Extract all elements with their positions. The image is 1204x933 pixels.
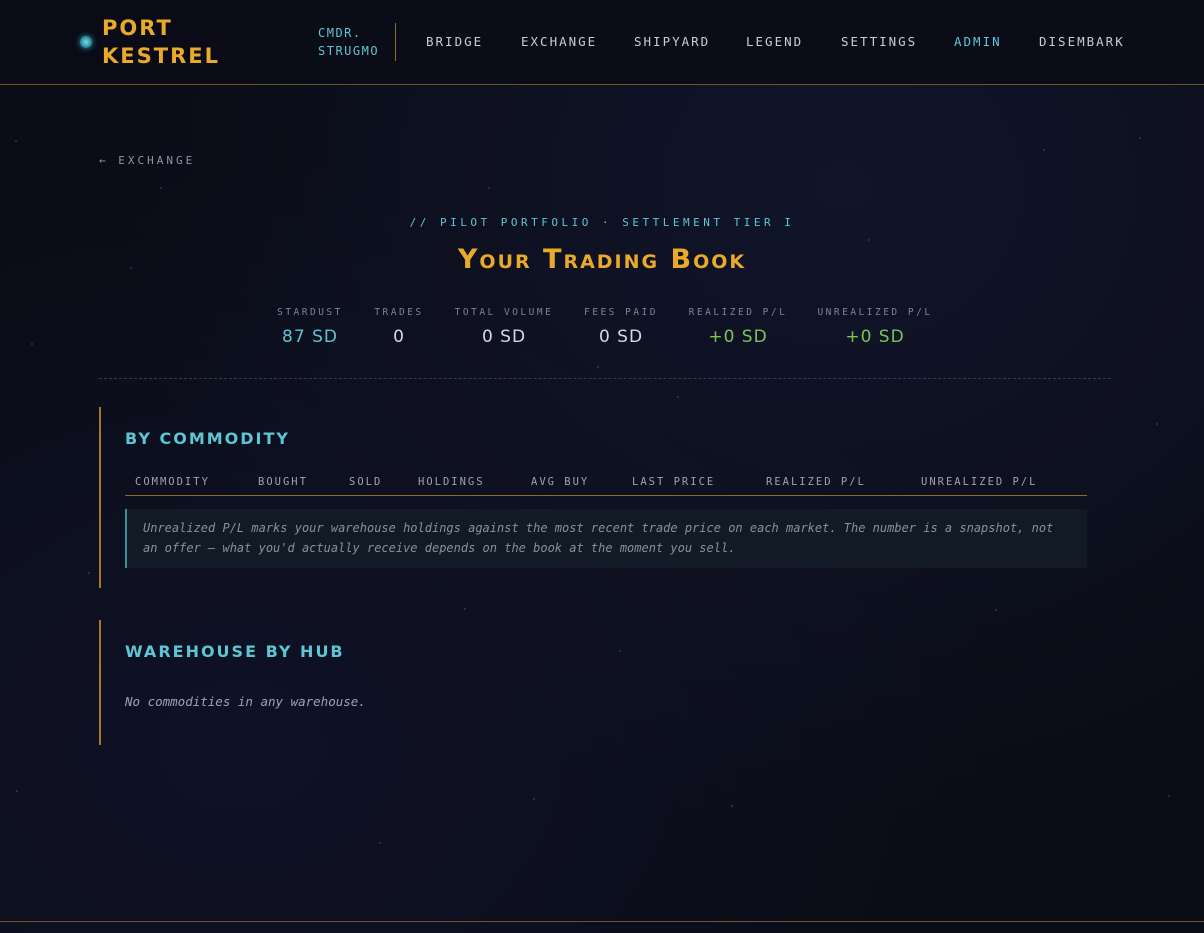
stat-fees-paid: FEES PAID 0 SD — [584, 307, 658, 347]
commander-name: CMDR. STRUGMO — [318, 24, 379, 60]
stat-value: 0 — [393, 327, 405, 347]
stat-unrealized-pl: UNREALIZED P/L +0 SD — [817, 307, 932, 347]
page-title: Your Trading Book — [457, 244, 747, 275]
warehouse-heading: Warehouse by Hub — [125, 642, 345, 661]
header-divider — [395, 23, 396, 61]
top-nav-bar: PORT KESTREL CMDR. STRUGMO BRIDGE EXCHAN… — [0, 0, 1204, 85]
stat-value: +0 SD — [708, 327, 768, 347]
stat-stardust: STARDUST 87 SD — [277, 307, 343, 347]
stat-value: 87 SD — [282, 327, 338, 347]
stat-label: REALIZED P/L — [688, 307, 788, 318]
column-header[interactable]: AVG BUY — [531, 476, 589, 488]
column-header[interactable]: REALIZED P/L — [766, 476, 866, 488]
column-header[interactable]: COMMODITY — [135, 476, 210, 488]
section-divider — [99, 378, 1111, 379]
stat-trades: TRADES 0 — [374, 307, 423, 347]
page-kicker: // PILOT PORTFOLIO · SETTLEMENT TIER I — [409, 216, 795, 229]
column-header[interactable]: SOLD — [349, 476, 382, 488]
stat-value: 0 SD — [598, 327, 644, 347]
nav-legend[interactable]: LEGEND — [746, 34, 803, 49]
portfolio-stats: STARDUST 87 SD TRADES 0 TOTAL VOLUME 0 S… — [0, 307, 1204, 351]
by-commodity-heading: By Commodity — [125, 429, 290, 448]
commodity-table-header: COMMODITY BOUGHT SOLD HOLDINGS AVG BUY L… — [125, 473, 1087, 496]
back-to-exchange-link[interactable]: ← EXCHANGE — [99, 154, 195, 167]
nav-exchange[interactable]: EXCHANGE — [521, 34, 597, 49]
nav-bridge[interactable]: BRIDGE — [426, 34, 483, 49]
nav-admin[interactable]: ADMIN — [954, 34, 1002, 49]
nav-disembark[interactable]: DISEMBARK — [1039, 34, 1125, 49]
column-header[interactable]: HOLDINGS — [418, 476, 485, 488]
nav-shipyard[interactable]: SHIPYARD — [634, 34, 710, 49]
column-header[interactable]: BOUGHT — [258, 476, 308, 488]
planet-icon — [80, 36, 92, 48]
by-commodity-panel: By Commodity COMMODITY BOUGHT SOLD HOLDI… — [99, 407, 1091, 588]
stat-value: +0 SD — [845, 327, 905, 347]
stat-label: FEES PAID — [584, 307, 658, 318]
stat-value: 0 SD — [481, 327, 527, 347]
brand-name-line1: PORT — [102, 16, 173, 40]
column-header[interactable]: UNREALIZED P/L — [921, 476, 1038, 488]
stat-label: STARDUST — [277, 307, 343, 318]
brand-name-line2: KESTREL — [102, 44, 220, 68]
column-header[interactable]: LAST PRICE — [632, 476, 715, 488]
warehouse-panel: Warehouse by Hub No commodities in any w… — [99, 620, 1091, 745]
stat-realized-pl: REALIZED P/L +0 SD — [689, 307, 788, 347]
stat-label: TRADES — [374, 307, 424, 318]
brand-name: PORT KESTREL — [102, 14, 220, 70]
stat-label: TOTAL VOLUME — [454, 307, 554, 318]
stat-total-volume: TOTAL VOLUME 0 SD — [455, 307, 554, 347]
stat-label: UNREALIZED P/L — [817, 307, 933, 318]
unrealized-pl-note: Unrealized P/L marks your warehouse hold… — [125, 509, 1087, 568]
footer-divider — [0, 921, 1204, 922]
commander-rank: CMDR. — [318, 26, 362, 40]
brand-logo[interactable]: PORT KESTREL — [80, 14, 220, 70]
nav-settings[interactable]: SETTINGS — [841, 34, 917, 49]
commander-callsign: STRUGMO — [318, 44, 380, 58]
warehouse-empty-message: No commodities in any warehouse. — [125, 694, 366, 709]
